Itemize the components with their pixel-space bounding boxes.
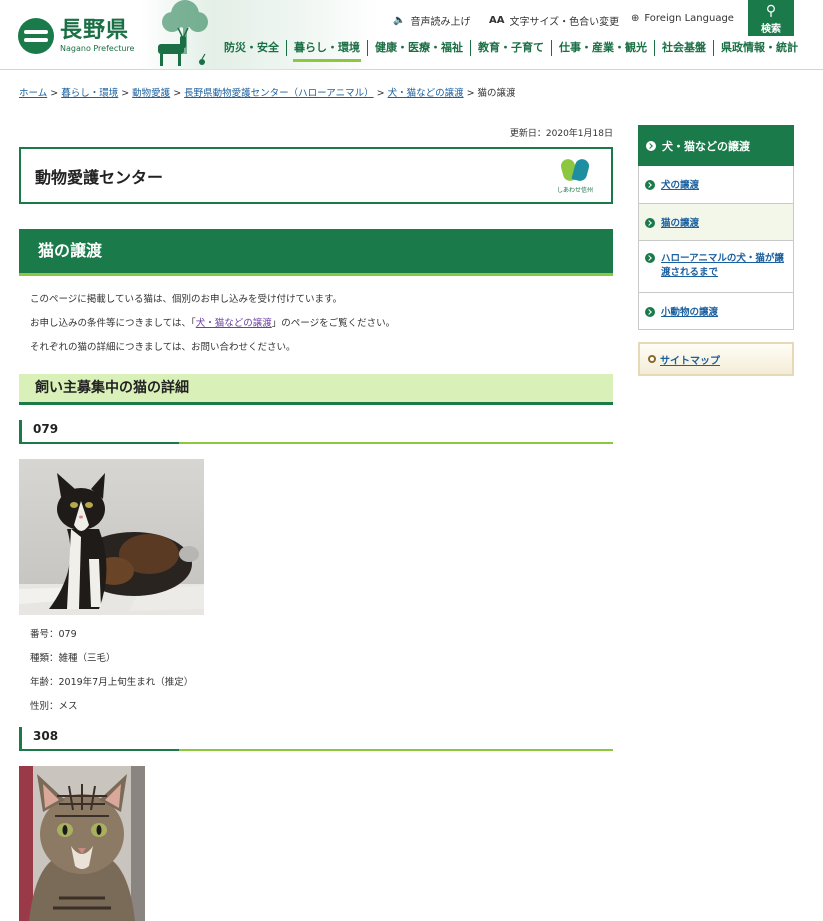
cat-heading-079: 079	[19, 420, 613, 444]
nav-prefecture-info[interactable]: 県政情報・統計	[713, 40, 805, 56]
chevron-right-icon	[646, 140, 656, 151]
breadcrumb-center[interactable]: 長野県動物愛護センター（ハローアニマル）	[184, 88, 373, 99]
speech-reader-link[interactable]: 🔈 音声読み上げ	[393, 13, 470, 28]
adoption-link[interactable]: 犬・猫などの譲渡	[196, 318, 272, 329]
chevron-right-icon	[645, 307, 655, 317]
center-title: 動物愛護センター	[35, 168, 164, 187]
sidebar-heading-label: 犬・猫などの譲渡	[662, 139, 750, 153]
logo-subtitle: Nagano Prefecture	[60, 44, 135, 53]
nav-infrastructure[interactable]: 社会基盤	[654, 40, 713, 56]
logo-title: 長野県	[60, 17, 130, 43]
foreign-language-label: Foreign Language	[644, 13, 734, 24]
intro-paragraph-2: お申し込みの条件等につきましては、「犬・猫などの譲渡」のページをご覧ください。	[30, 318, 396, 329]
sitemap-label: サイトマップ	[660, 355, 720, 367]
nav-health-welfare[interactable]: 健康・医療・福祉	[367, 40, 470, 56]
nav-disaster-safety[interactable]: 防災・安全	[222, 40, 286, 56]
cat-heading-308: 308	[19, 727, 613, 751]
shiawase-caption: しあわせ信州	[556, 187, 593, 194]
sidebar-item-label: 猫の譲渡	[661, 218, 700, 229]
cat-079-photo	[19, 459, 204, 615]
speaker-icon: 🔈	[393, 15, 406, 26]
cat-079-breed: 種類：雑種（三毛）	[30, 653, 116, 664]
intro-paragraph-3: それぞれの猫の詳細につきましては、お問い合わせください。	[30, 342, 296, 353]
sidebar-item-dog-adoption[interactable]: 犬の譲渡	[638, 166, 794, 204]
cat-079-sex: 性別：メス	[30, 701, 78, 712]
site-header: 長野県 Nagano Prefecture 🔈 音声読み上げ AA 文字サイズ・…	[0, 0, 823, 70]
bullet-icon	[648, 355, 656, 363]
sidebar-item-label: ハローアニマルの犬・猫が譲渡されるまで	[661, 253, 784, 278]
sidebar-item-label: 小動物の譲渡	[661, 307, 719, 318]
sidebar-item-cat-adoption[interactable]: 猫の譲渡	[638, 204, 794, 241]
text-size-icon: AA	[489, 15, 505, 26]
sidebar-heading[interactable]: 犬・猫などの譲渡	[638, 125, 794, 166]
sidebar-item-small-animal-adoption[interactable]: 小動物の譲渡	[638, 293, 794, 330]
site-logo[interactable]: 長野県 Nagano Prefecture	[18, 18, 134, 54]
cat-079-number: 番号：079	[30, 629, 77, 640]
nav-work-industry-tourism[interactable]: 仕事・産業・観光	[551, 40, 654, 56]
globe-icon: ⊕	[631, 13, 640, 24]
nav-living-environment[interactable]: 暮らし・環境	[286, 40, 367, 62]
foreign-language-link[interactable]: ⊕ Foreign Language	[631, 13, 734, 24]
speech-reader-label: 音声読み上げ	[410, 17, 471, 28]
search-label: 検索	[761, 24, 781, 35]
search-icon: ⚲	[765, 3, 777, 19]
sidebar-item-label: 犬の譲渡	[661, 180, 700, 191]
sidebar: 犬・猫などの譲渡 犬の譲渡 猫の譲渡 ハローアニマルの犬・猫が譲渡されるまで 小…	[638, 125, 794, 330]
section-heading: 飼い主募集中の猫の詳細	[19, 374, 613, 405]
breadcrumb-living[interactable]: 暮らし・環境	[61, 88, 118, 99]
updated-date: 更新日：2020年1月18日	[509, 129, 613, 139]
heart-logo-icon	[559, 157, 591, 183]
breadcrumb: ホーム > 暮らし・環境 > 動物愛護 > 長野県動物愛護センター（ハローアニマル） > 犬・猫…	[19, 88, 516, 99]
breadcrumb-home[interactable]: ホーム	[19, 88, 47, 99]
text-size-link[interactable]: AA 文字サイズ・色合い変更	[489, 13, 619, 28]
sidebar-item-until-adoption[interactable]: ハローアニマルの犬・猫が譲渡されるまで	[638, 241, 794, 293]
cat-308-photo	[19, 766, 145, 921]
nav-education-childcare[interactable]: 教育・子育て	[470, 40, 551, 56]
search-button[interactable]: ⚲ 検索	[748, 0, 794, 36]
chevron-right-icon	[645, 253, 655, 263]
text-size-label: 文字サイズ・色合い変更	[509, 17, 620, 28]
chevron-right-icon	[645, 180, 655, 190]
intro-paragraph-1: このページに掲載している猫は、個別のお申し込みを受け付けています。	[30, 294, 343, 305]
sitemap-link[interactable]: サイトマップ	[638, 342, 794, 376]
tree-and-deer-illustration	[158, 0, 208, 66]
chevron-right-icon	[645, 218, 655, 228]
breadcrumb-adoption[interactable]: 犬・猫などの譲渡	[388, 88, 464, 99]
cat-079-age: 年齢：2019年7月上旬生まれ（推定）	[30, 677, 194, 688]
breadcrumb-animal-welfare[interactable]: 動物愛護	[132, 88, 170, 99]
global-nav: 防災・安全 暮らし・環境 健康・医療・福祉 教育・子育て 仕事・産業・観光 社会…	[222, 40, 805, 62]
prefecture-emblem-icon	[18, 18, 54, 54]
shiawase-shinshu-logo: しあわせ信州	[553, 157, 597, 197]
page-title: 猫の譲渡	[19, 229, 613, 276]
center-title-box: 動物愛護センター しあわせ信州	[19, 147, 613, 204]
breadcrumb-current: 猫の譲渡	[477, 88, 516, 99]
